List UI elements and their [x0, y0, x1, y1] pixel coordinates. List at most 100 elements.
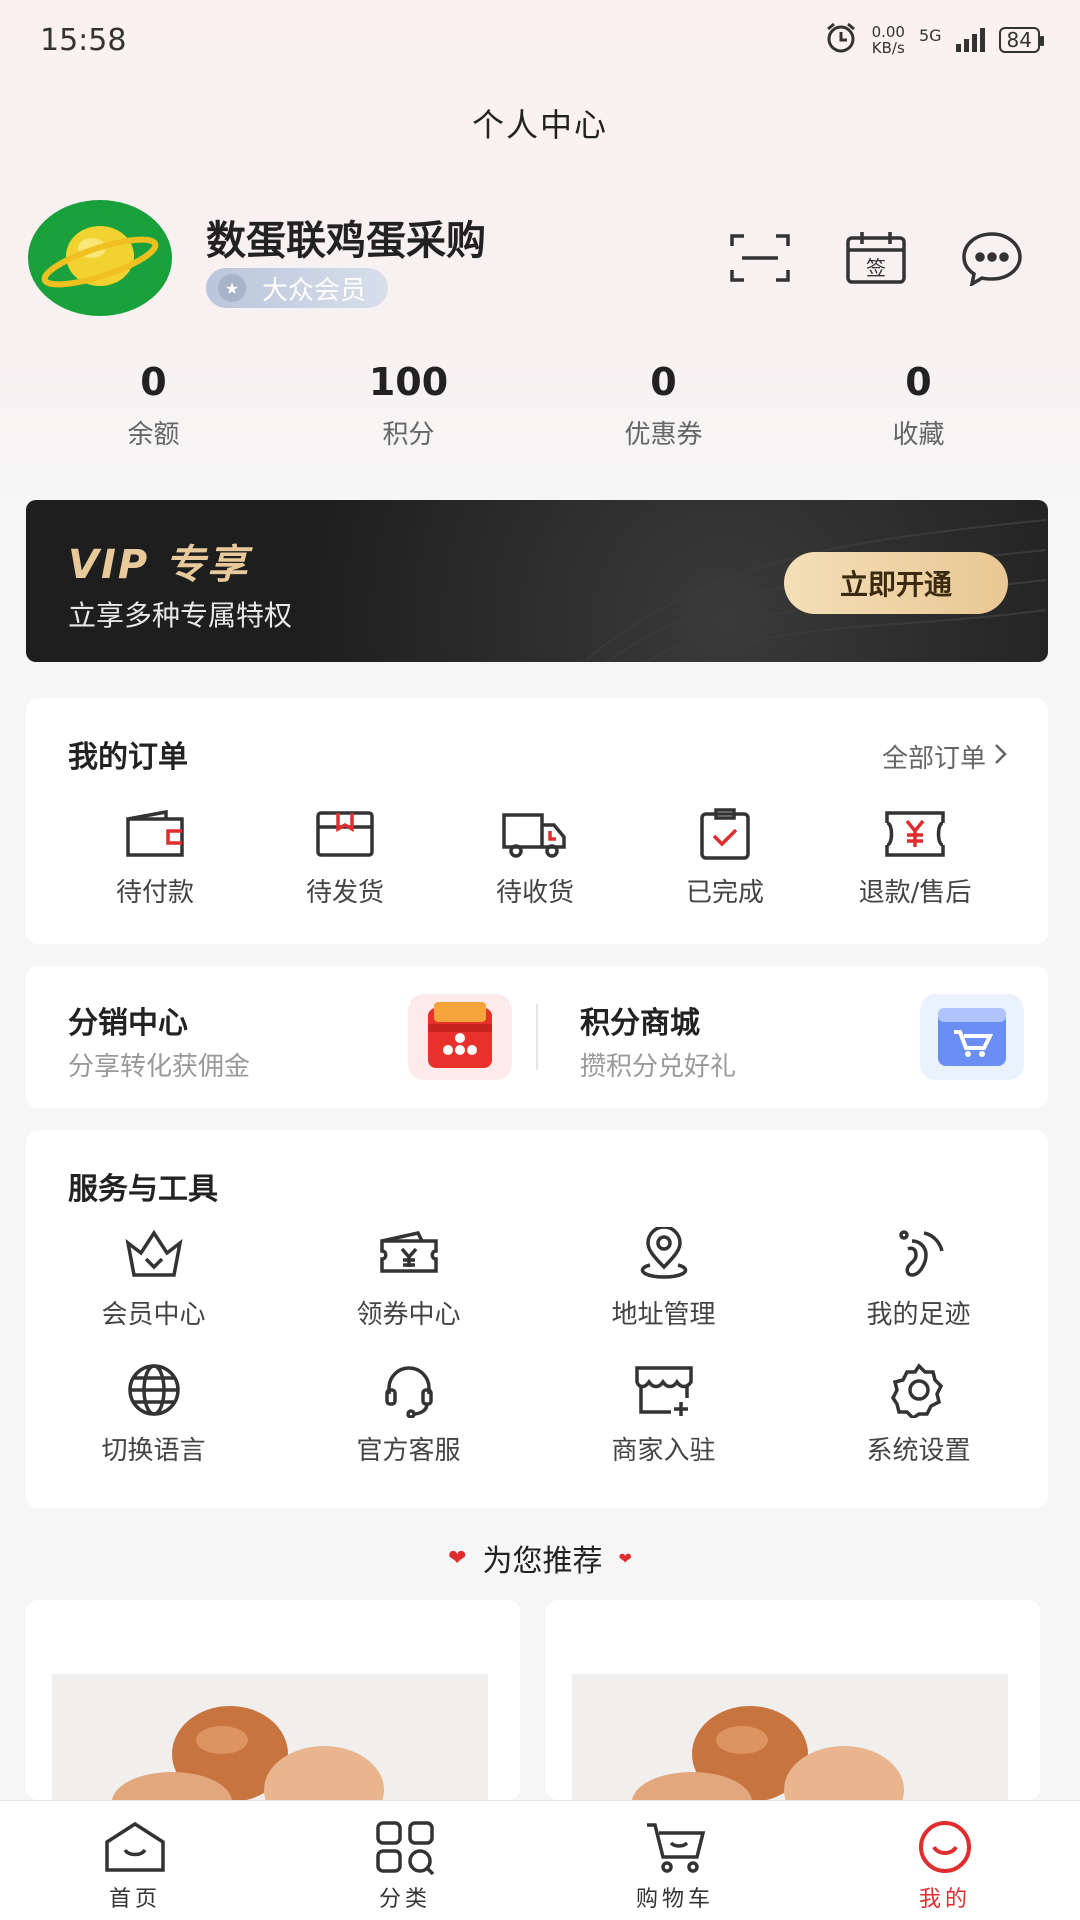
order-completed[interactable]: 已完成: [630, 806, 820, 909]
product-card[interactable]: [26, 1600, 520, 1800]
star-icon: ★: [218, 274, 246, 302]
headset-icon: [371, 1362, 447, 1418]
status-time: 15:58: [40, 22, 127, 58]
my-orders-card: 我的订单 全部订单 待付款 待发货 待收货 已完成 退款/售后: [26, 698, 1048, 944]
message-icon[interactable]: [960, 230, 1024, 288]
order-label: 待收货: [495, 878, 574, 908]
net-speed-unit: KB/s: [871, 39, 905, 57]
order-label: 已完成: [685, 878, 764, 908]
tab-home[interactable]: 首页: [0, 1801, 270, 1920]
orders-title: 我的订单: [68, 740, 188, 775]
stat-label: 优惠券: [624, 420, 703, 450]
order-pending-receipt[interactable]: 待收货: [440, 806, 630, 909]
order-refund[interactable]: 退款/售后: [820, 806, 1010, 909]
points-mall[interactable]: 积分商城 攒积分兑好礼: [538, 966, 1048, 1108]
wallet-icon: [117, 806, 193, 862]
refund-icon: [877, 806, 953, 862]
stat-value: 100: [368, 360, 449, 404]
order-label: 待发货: [305, 878, 384, 908]
stat-value: 0: [905, 360, 932, 404]
tab-cart[interactable]: 购物车: [540, 1801, 810, 1920]
footprint-icon: [881, 1226, 957, 1282]
tool-switch-language[interactable]: 切换语言: [26, 1362, 281, 1498]
cart-icon: [637, 1817, 713, 1877]
tool-system-settings[interactable]: 系统设置: [791, 1362, 1046, 1498]
scan-icon[interactable]: [728, 230, 792, 286]
box-icon: [307, 806, 383, 862]
tool-label: 地址管理: [611, 1300, 716, 1330]
tool-label: 商家入驻: [611, 1436, 716, 1466]
stat-value: 0: [140, 360, 167, 404]
stat-balance[interactable]: 0 余额: [26, 360, 281, 451]
globe-icon: [116, 1362, 192, 1418]
sign-in-char: 签: [866, 256, 886, 280]
crown-icon: [116, 1226, 192, 1282]
tab-mine[interactable]: 我的: [810, 1801, 1080, 1920]
distribution-subtitle: 分享转化获佣金: [68, 1052, 251, 1082]
heart-icon: ❤: [618, 1548, 632, 1568]
status-bar: 15:58 0.00 KB/s 5G 84: [0, 0, 1080, 80]
tool-member-center[interactable]: 会员中心: [26, 1226, 281, 1362]
stat-points[interactable]: 100 积分: [281, 360, 536, 451]
gear-icon: [881, 1362, 957, 1418]
tool-label: 领券中心: [356, 1300, 461, 1330]
net-speed-value: 0.00: [871, 23, 905, 41]
bottom-tab-bar: 首页 分类 购物车 我的: [0, 1800, 1080, 1920]
product-image-eggs: [52, 1674, 488, 1800]
recommend-header: ❤ 为您推荐 ❤: [0, 1536, 1080, 1580]
tab-label: 首页: [108, 1887, 161, 1912]
tab-label: 我的: [918, 1887, 971, 1912]
order-pending-shipment[interactable]: 待发货: [250, 806, 440, 909]
stat-label: 余额: [127, 420, 180, 450]
stat-value: 0: [650, 360, 677, 404]
network-type: 5G: [918, 25, 942, 45]
points-mall-subtitle: 攒积分兑好礼: [580, 1052, 737, 1082]
vip-banner[interactable]: VIP 专享 立享多种专属特权 立即开通: [26, 500, 1048, 662]
profile-actions: 签: [728, 230, 1024, 288]
distribution-center[interactable]: 分销中心 分享转化获佣金: [26, 966, 536, 1108]
order-label: 退款/售后: [858, 878, 972, 908]
tools-title: 服务与工具: [68, 1172, 218, 1207]
coupon-icon: [371, 1226, 447, 1282]
user-name: 数蛋联鸡蛋采购: [206, 218, 486, 264]
product-card[interactable]: [546, 1600, 1040, 1800]
category-icon: [367, 1817, 443, 1877]
stat-coupons[interactable]: 0 优惠券: [536, 360, 791, 451]
page-title: 个人中心: [471, 106, 608, 144]
chevron-right-icon: [994, 742, 1008, 772]
store-icon: [626, 1362, 702, 1418]
account-stats: 0 余额 100 积分 0 优惠券 0 收藏: [0, 360, 1080, 451]
tool-label: 系统设置: [866, 1436, 971, 1466]
stat-label: 积分: [382, 420, 435, 450]
tool-address-management[interactable]: 地址管理: [536, 1226, 791, 1362]
tab-category[interactable]: 分类: [270, 1801, 540, 1920]
sign-in-icon[interactable]: 签: [844, 230, 908, 286]
product-image-eggs: [572, 1674, 1008, 1800]
tool-coupon-center[interactable]: 领券中心: [281, 1226, 536, 1362]
tool-label: 会员中心: [101, 1300, 206, 1330]
tab-label: 分类: [378, 1887, 431, 1912]
member-level-badge[interactable]: ★ 大众会员: [206, 268, 389, 308]
vip-activate-button[interactable]: 立即开通: [784, 552, 1008, 614]
all-orders-link[interactable]: 全部订单: [882, 738, 1008, 775]
truck-icon: [497, 806, 573, 862]
avatar[interactable]: [28, 200, 172, 316]
tab-label: 购物车: [635, 1887, 714, 1912]
profile-section: 数蛋联鸡蛋采购 ★ 大众会员 签: [28, 200, 1052, 320]
location-icon: [626, 1226, 702, 1282]
points-mall-icon: [920, 994, 1024, 1080]
order-pending-payment[interactable]: 待付款: [60, 806, 250, 909]
promo-card: 分销中心 分享转化获佣金 积分商城 攒积分兑好礼: [26, 966, 1048, 1108]
tool-my-footprint[interactable]: 我的足迹: [791, 1226, 1046, 1362]
points-mall-title: 积分商城: [580, 1006, 700, 1041]
recommend-title: 为您推荐: [482, 1544, 603, 1579]
distribution-title: 分销中心: [68, 1006, 188, 1041]
battery-icon: 84: [998, 27, 1045, 53]
distribution-icon: [408, 994, 512, 1080]
tool-merchant-onboarding[interactable]: 商家入驻: [536, 1362, 791, 1498]
vip-subtitle: 立享多种专属特权: [68, 599, 293, 632]
vip-title: VIP 专享: [68, 542, 250, 588]
stat-favorites[interactable]: 0 收藏: [791, 360, 1046, 451]
tool-customer-service[interactable]: 官方客服: [281, 1362, 536, 1498]
tool-label: 官方客服: [356, 1436, 461, 1466]
